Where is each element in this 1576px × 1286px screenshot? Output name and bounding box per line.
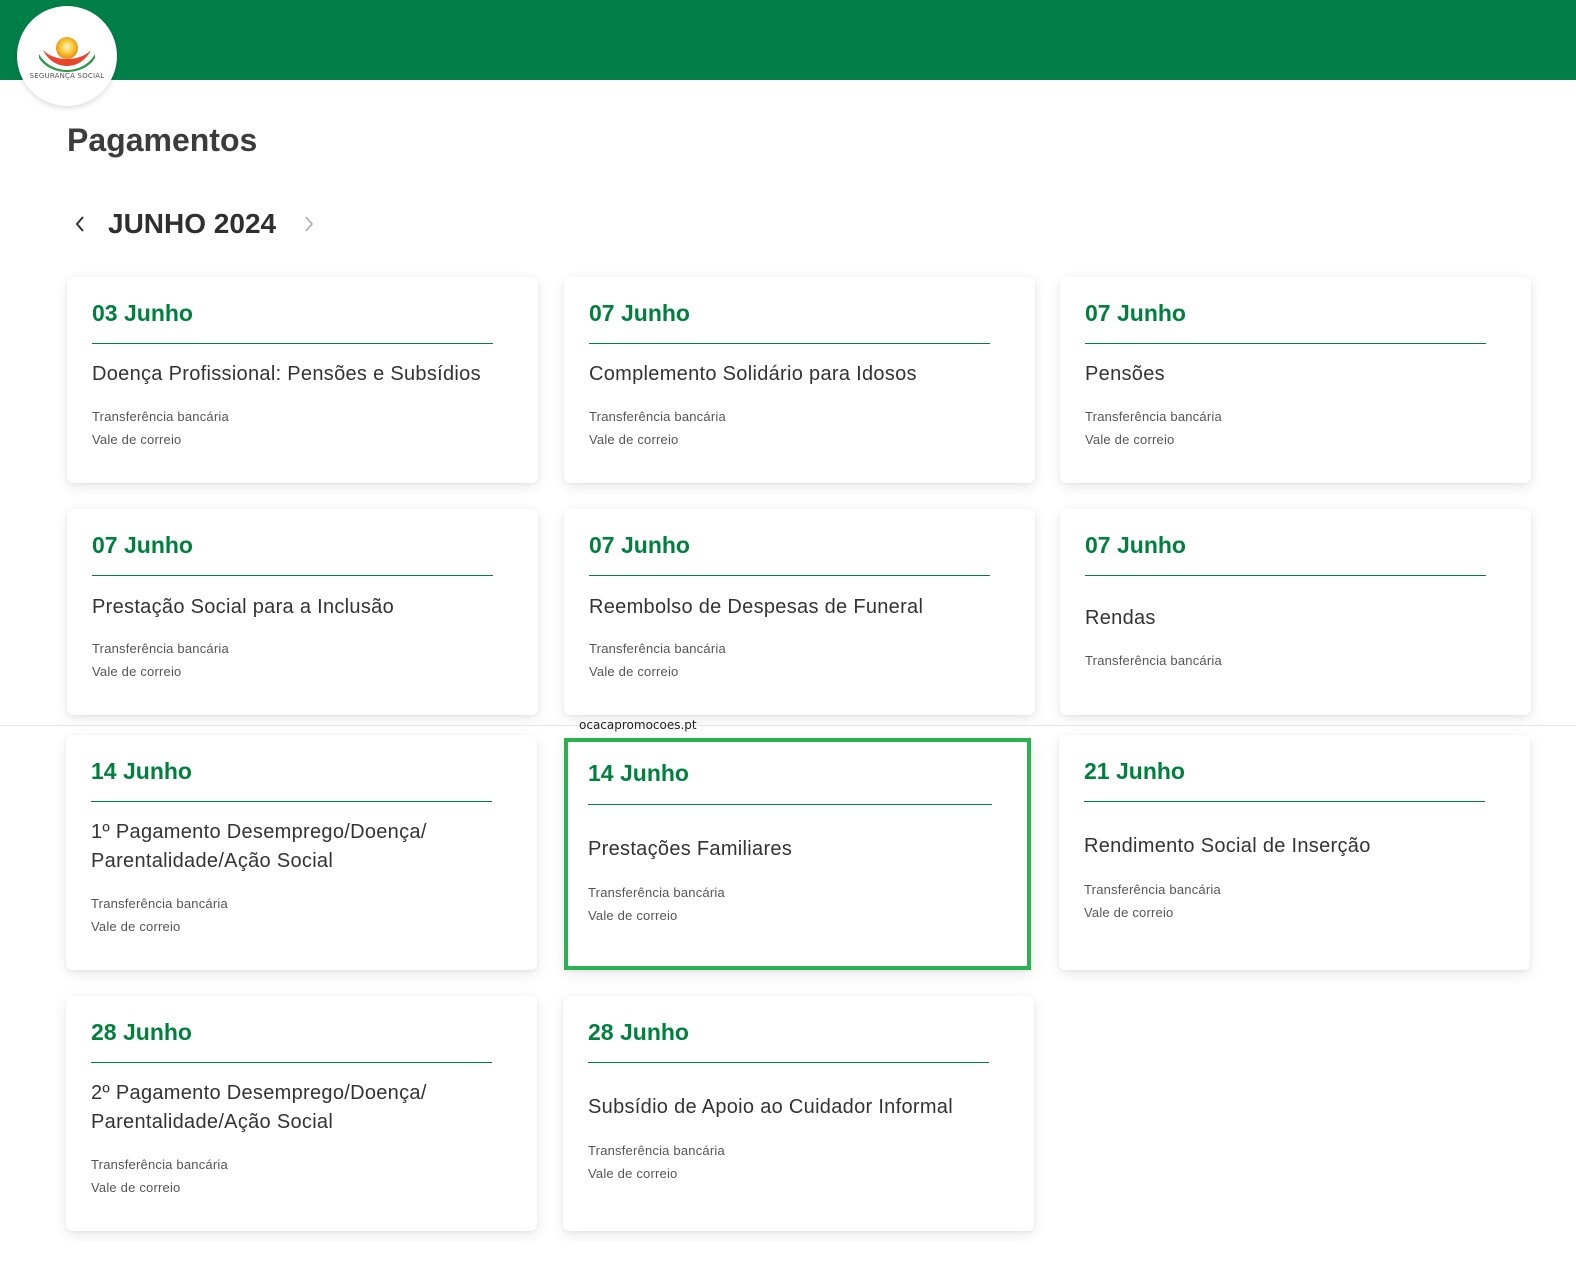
card-title: Reembolso de Despesas de Funeral — [589, 596, 924, 618]
card-date: 14 Junho — [91, 758, 192, 784]
payments-grid: 03 Junho Doença Profissional: Pensões e … — [0, 0, 1576, 1286]
payment-method: Vale de correio — [91, 1180, 181, 1195]
payment-methods: Transferência bancária Vale de correio — [92, 405, 229, 451]
payment-card[interactable]: 03 Junho Doença Profissional: Pensões e … — [67, 277, 538, 483]
card-date: 28 Junho — [91, 1019, 192, 1045]
card-title: Doença Profissional: Pensões e Subsídios — [92, 363, 481, 385]
card-divider — [92, 575, 493, 576]
payment-method: Transferência bancária — [1085, 409, 1222, 424]
watermark-text: ocacapromocoes.pt — [579, 718, 697, 732]
payment-method: Vale de correio — [1085, 432, 1175, 447]
card-title: 1º Pagamento Desemprego/Doença/ Parental… — [91, 821, 427, 872]
payment-card[interactable]: 28 Junho Subsídio de Apoio ao Cuidador I… — [563, 996, 1034, 1231]
payment-method: Transferência bancária — [1084, 882, 1221, 897]
payment-method: Vale de correio — [589, 432, 679, 447]
payment-method: Vale de correio — [92, 432, 182, 447]
card-divider — [1085, 575, 1486, 576]
payment-methods: Transferência bancária Vale de correio — [1084, 878, 1221, 924]
card-date: 21 Junho — [1084, 758, 1185, 784]
page-divider — [0, 725, 1576, 726]
card-date: 07 Junho — [92, 532, 193, 558]
payment-methods: Transferência bancária Vale de correio — [589, 405, 726, 451]
card-date: 14 Junho — [588, 760, 689, 786]
payment-method: Vale de correio — [589, 664, 679, 679]
card-date: 28 Junho — [588, 1019, 689, 1045]
payment-methods: Transferência bancária Vale de correio — [91, 892, 228, 938]
payment-card[interactable]: 07 Junho Pensões Transferência bancária … — [1060, 277, 1531, 483]
payment-method: Transferência bancária — [589, 641, 726, 656]
payment-card[interactable]: 07 Junho Prestação Social para a Inclusã… — [67, 509, 538, 715]
card-title: Pensões — [1085, 363, 1165, 385]
payment-methods: Transferência bancária Vale de correio — [588, 881, 725, 927]
card-divider — [92, 343, 493, 344]
card-title: Subsídio de Apoio ao Cuidador Informal — [588, 1096, 953, 1118]
card-divider — [588, 804, 992, 805]
payment-method: Transferência bancária — [588, 885, 725, 900]
payment-method: Vale de correio — [588, 1166, 678, 1181]
card-divider — [1085, 343, 1486, 344]
payment-card[interactable]: 21 Junho Rendimento Social de Inserção T… — [1059, 735, 1530, 970]
card-divider — [1084, 801, 1485, 802]
card-divider — [589, 343, 990, 344]
card-title: Prestação Social para a Inclusão — [92, 596, 394, 618]
card-divider — [91, 1062, 492, 1063]
payment-method: Vale de correio — [1084, 905, 1174, 920]
payment-method: Transferência bancária — [91, 1157, 228, 1172]
card-title: 2º Pagamento Desemprego/Doença/ Parental… — [91, 1082, 427, 1133]
payment-method: Transferência bancária — [92, 641, 229, 656]
card-divider — [588, 1062, 989, 1063]
payment-methods: Transferência bancária Vale de correio — [92, 637, 229, 683]
payment-methods: Transferência bancária Vale de correio — [589, 637, 726, 683]
payment-method: Vale de correio — [92, 664, 182, 679]
payment-method: Transferência bancária — [92, 409, 229, 424]
card-date: 07 Junho — [1085, 300, 1186, 326]
payment-methods: Transferência bancária Vale de correio — [1085, 405, 1222, 451]
payment-method: Transferência bancária — [91, 896, 228, 911]
payment-card[interactable]: 07 Junho Reembolso de Despesas de Funera… — [564, 509, 1035, 715]
card-title: Prestações Familiares — [588, 838, 793, 860]
payment-method: Transferência bancária — [589, 409, 726, 424]
card-title: Rendimento Social de Inserção — [1084, 835, 1371, 857]
card-title: Rendas — [1085, 607, 1156, 629]
payment-methods: Transferência bancária Vale de correio — [91, 1153, 228, 1199]
payment-card[interactable]: 28 Junho 2º Pagamento Desemprego/Doença/… — [66, 996, 537, 1231]
payment-method: Vale de correio — [588, 908, 678, 923]
card-divider — [91, 801, 492, 802]
payment-card[interactable]: 14 Junho 1º Pagamento Desemprego/Doença/… — [66, 735, 537, 970]
payment-methods: Transferência bancária Vale de correio — [588, 1139, 725, 1185]
card-divider — [589, 575, 990, 576]
payment-method: Transferência bancária — [588, 1143, 725, 1158]
payment-method: Vale de correio — [91, 919, 181, 934]
payment-methods: Transferência bancária — [1085, 649, 1222, 672]
payment-card[interactable]: 07 Junho Rendas Transferência bancária — [1060, 509, 1531, 715]
card-date: 07 Junho — [589, 532, 690, 558]
payment-card[interactable]: 07 Junho Complemento Solidário para Idos… — [564, 277, 1035, 483]
card-title: Complemento Solidário para Idosos — [589, 363, 917, 385]
payment-method: Transferência bancária — [1085, 653, 1222, 668]
payment-card-selected[interactable]: 14 Junho Prestações Familiares Transferê… — [564, 738, 1031, 970]
card-date: 03 Junho — [92, 300, 193, 326]
card-date: 07 Junho — [1085, 532, 1186, 558]
card-date: 07 Junho — [589, 300, 690, 326]
